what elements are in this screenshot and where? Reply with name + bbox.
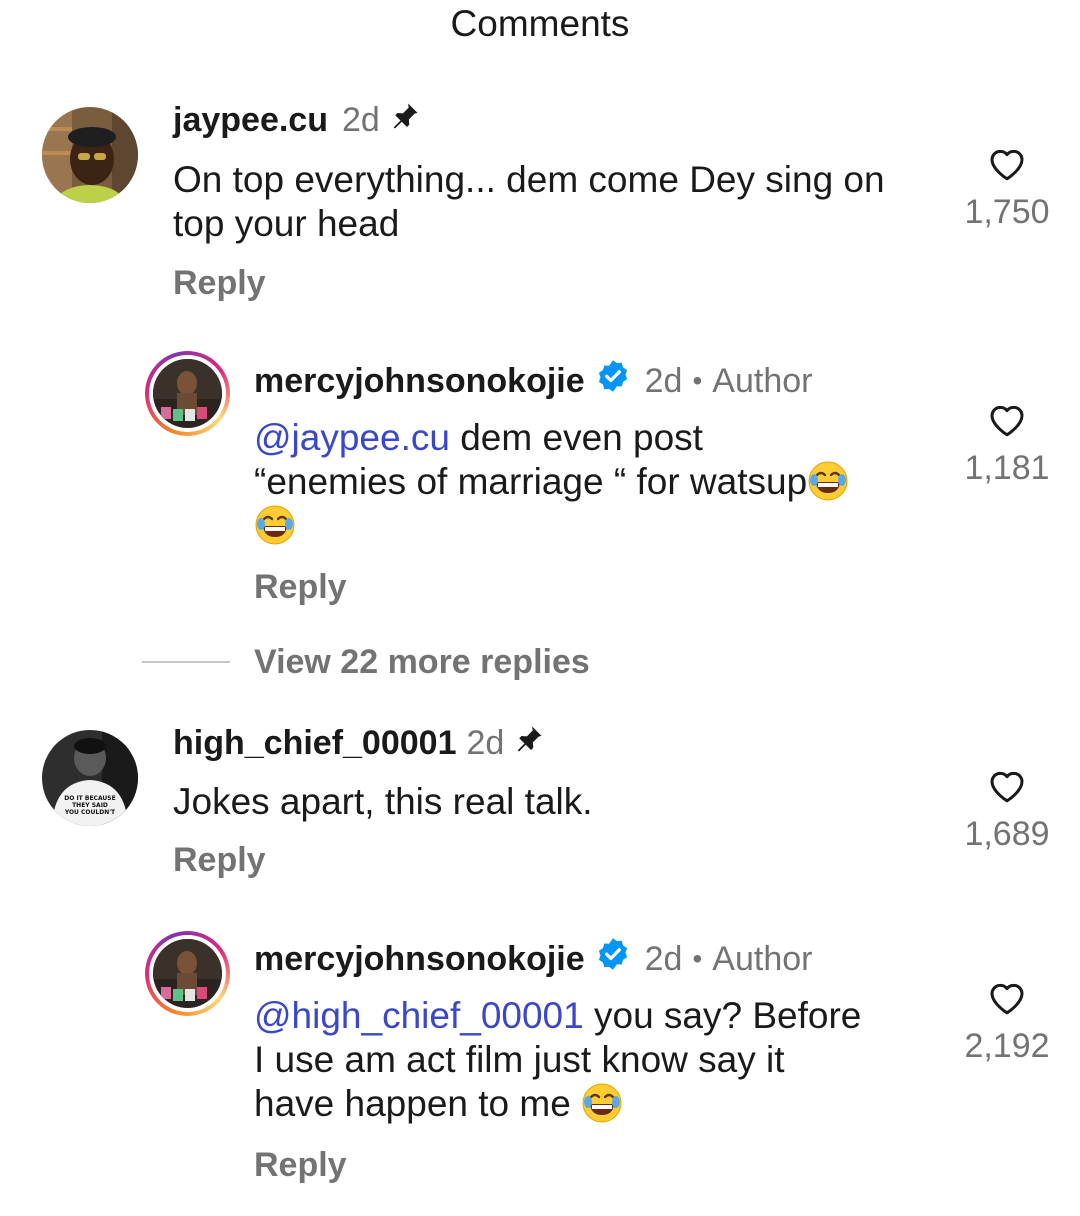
author-label: Author <box>712 361 813 400</box>
mention-link[interactable]: @jaypee.cu <box>254 417 450 458</box>
separator-dot: • <box>692 364 703 396</box>
username[interactable]: high_chief_00001 <box>173 723 456 763</box>
like-count: 2,192 <box>964 1027 1050 1065</box>
heart-outline-icon[interactable] <box>987 144 1027 182</box>
comment-text: Jokes apart, this real talk. <box>173 781 593 822</box>
avatar[interactable] <box>42 107 138 203</box>
mention-link[interactable]: @high_chief_00001 <box>254 995 584 1036</box>
divider-line <box>142 661 230 663</box>
reply-button[interactable]: Reply <box>254 1145 347 1185</box>
comment-text: @high_chief_00001 you say? Before I use … <box>254 995 862 1124</box>
comments-sheet-title: Comments <box>450 3 630 44</box>
heart-outline-icon[interactable] <box>987 766 1027 804</box>
comment-text: On top everything... dem come Dey sing o… <box>173 159 885 244</box>
face-with-tears-of-joy-emoji <box>255 505 295 545</box>
comment-time: 2d <box>466 724 505 762</box>
story-ring-avatar[interactable] <box>145 931 230 1016</box>
comment-text: @jaypee.cu dem even post “enemies of mar… <box>254 416 954 548</box>
view-more-replies-button[interactable]: View 22 more replies <box>142 642 590 682</box>
reply-button[interactable]: Reply <box>173 840 266 880</box>
verified-badge-icon <box>595 358 631 403</box>
avatar[interactable]: DO IT BECAUSE THEY SAID YOU COULDN'T <box>42 730 138 826</box>
comment-time: 2d <box>341 101 380 139</box>
heart-outline-icon[interactable] <box>987 400 1027 438</box>
face-with-tears-of-joy-emoji <box>808 461 848 501</box>
author-label: Author <box>712 939 813 978</box>
svg-text:THEY SAID: THEY SAID <box>72 802 108 809</box>
username[interactable]: jaypee.cu <box>173 100 328 140</box>
pin-icon <box>514 723 544 763</box>
username[interactable]: mercyjohnsonokojie <box>254 361 585 401</box>
svg-text:YOU COULDN'T: YOU COULDN'T <box>64 809 116 816</box>
username[interactable]: mercyjohnsonokojie <box>254 939 585 979</box>
like-count: 1,181 <box>964 449 1050 487</box>
like-count: 1,750 <box>964 193 1050 231</box>
face-with-tears-of-joy-emoji <box>582 1083 622 1123</box>
reply-button[interactable]: Reply <box>254 567 347 607</box>
comment-time: 2d <box>644 361 683 400</box>
svg-text:DO IT BECAUSE: DO IT BECAUSE <box>64 795 115 802</box>
verified-badge-icon <box>595 936 631 981</box>
comment-time: 2d <box>644 939 683 978</box>
pin-icon <box>390 100 420 140</box>
separator-dot: • <box>692 942 703 974</box>
view-more-replies-label[interactable]: View 22 more replies <box>254 642 590 682</box>
story-ring-avatar[interactable] <box>145 351 230 436</box>
like-count: 1,689 <box>964 815 1050 853</box>
heart-outline-icon[interactable] <box>987 978 1027 1016</box>
reply-button[interactable]: Reply <box>173 263 266 303</box>
